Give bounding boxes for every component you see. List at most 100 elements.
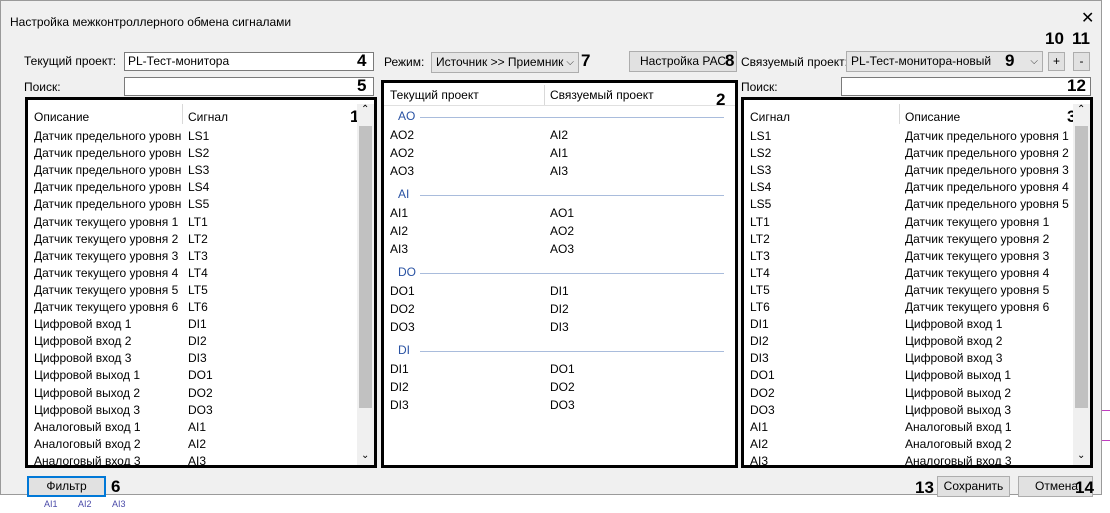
mapping-row[interactable]: DO1 DI1 <box>384 283 735 300</box>
mapping-row[interactable]: AO2 AI2 <box>384 127 735 144</box>
table-row[interactable]: Аналоговый вход 3 AI3 <box>28 453 356 465</box>
left-signal-table[interactable]: Описание Сигнал 1 Датчик предельного уро… <box>25 97 377 468</box>
mapping-row[interactable]: AO2 AI1 <box>384 145 735 162</box>
mapping-current-signal: AI2 <box>390 224 409 238</box>
row-description: Датчик текущего уровня 5 <box>34 282 179 297</box>
scroll-up-icon[interactable]: ⌃ <box>1077 104 1085 115</box>
row-signal: DO2 <box>750 385 775 400</box>
table-row[interactable]: LS5 Датчик предельного уровня 5 <box>744 196 1072 213</box>
mapping-row[interactable]: DI2 DO2 <box>384 379 735 396</box>
table-row[interactable]: LS4 Датчик предельного уровня 4 <box>744 179 1072 196</box>
mapping-current-signal: DI3 <box>390 398 409 412</box>
row-description: Датчик текущего уровня 3 <box>905 248 1050 263</box>
search-left-input[interactable] <box>124 77 374 96</box>
row-description: Датчик текущего уровня 2 <box>905 231 1050 246</box>
table-row[interactable]: Датчик текущего уровня 4 LT4 <box>28 265 356 282</box>
table-row[interactable]: Аналоговый вход 1 AI1 <box>28 419 356 436</box>
left-col-signal[interactable]: Сигнал <box>188 110 228 124</box>
table-row[interactable]: Датчик предельного уровн... LS4 <box>28 179 356 196</box>
table-row[interactable]: LT4 Датчик текущего уровня 4 <box>744 265 1072 282</box>
mapping-row[interactable]: DO3 DI3 <box>384 319 735 336</box>
group-divider <box>420 351 724 352</box>
scroll-down-icon[interactable]: ⌄ <box>361 450 369 461</box>
mapping-row[interactable]: DI1 DO1 <box>384 361 735 378</box>
table-row[interactable]: Датчик текущего уровня 2 LT2 <box>28 231 356 248</box>
right-col-signal[interactable]: Сигнал <box>750 110 790 124</box>
save-button[interactable]: Сохранить <box>937 476 1010 497</box>
close-icon[interactable]: ✕ <box>1081 11 1094 27</box>
scroll-thumb[interactable] <box>359 126 372 408</box>
mid-col-current[interactable]: Текущий проект <box>390 88 479 102</box>
table-row[interactable]: DI3 Цифровой вход 3 <box>744 350 1072 367</box>
row-description: Датчик текущего уровня 4 <box>905 265 1050 280</box>
right-signal-table[interactable]: Сигнал Описание 3 LS1 Датчик предельного … <box>741 97 1093 468</box>
table-row[interactable]: DI1 Цифровой вход 1 <box>744 316 1072 333</box>
table-row[interactable]: Датчик текущего уровня 5 LT5 <box>28 282 356 299</box>
scroll-down-icon[interactable]: ⌄ <box>1077 450 1085 461</box>
table-row[interactable]: LS1 Датчик предельного уровня 1 <box>744 128 1072 145</box>
table-row[interactable]: LT5 Датчик текущего уровня 5 <box>744 282 1072 299</box>
table-row[interactable]: Датчик предельного уровн... LS2 <box>28 145 356 162</box>
left-scrollbar[interactable]: ⌃ ⌄ <box>357 104 374 465</box>
callout-12: 12 <box>1067 76 1086 95</box>
table-row[interactable]: Датчик предельного уровн... LS1 <box>28 128 356 145</box>
table-row[interactable]: AI2 Аналоговый вход 2 <box>744 436 1072 453</box>
header-bottom-line <box>384 105 735 106</box>
add-project-button[interactable]: + <box>1048 52 1065 71</box>
mapping-row[interactable]: AI1 AO1 <box>384 205 735 222</box>
table-row[interactable]: LT6 Датчик текущего уровня 6 <box>744 299 1072 316</box>
table-row[interactable]: Цифровой вход 3 DI3 <box>28 350 356 367</box>
table-row[interactable]: Аналоговый вход 2 AI2 <box>28 436 356 453</box>
mid-col-linked[interactable]: Связуемый проект <box>550 88 654 102</box>
table-row[interactable]: Датчик текущего уровня 1 LT1 <box>28 214 356 231</box>
filter-button[interactable]: Фильтр <box>27 476 106 497</box>
mapping-table[interactable]: Текущий проект Связуемый проект 2 AO AO2 A… <box>381 80 738 468</box>
table-row[interactable]: LT1 Датчик текущего уровня 1 <box>744 214 1072 231</box>
table-row[interactable]: DO1 Цифровой выход 1 <box>744 367 1072 384</box>
table-row[interactable]: Цифровой вход 1 DI1 <box>28 316 356 333</box>
mapping-current-signal: AO2 <box>390 128 415 142</box>
table-row[interactable]: Датчик предельного уровн... LS5 <box>28 196 356 213</box>
right-scrollbar[interactable]: ⌃ ⌄ <box>1073 104 1090 465</box>
group-title[interactable]: DO <box>398 265 416 279</box>
chevron-down-icon: ⌵ <box>1030 56 1038 67</box>
table-row[interactable]: LS3 Датчик предельного уровня 3 <box>744 162 1072 179</box>
mapping-row[interactable]: AI2 AO2 <box>384 223 735 240</box>
mapping-row[interactable]: AO3 AI3 <box>384 163 735 180</box>
table-row[interactable]: Цифровой вход 2 DI2 <box>28 333 356 350</box>
table-row[interactable]: LS2 Датчик предельного уровня 2 <box>744 145 1072 162</box>
mode-select[interactable]: Источник >> Приемник ⌵ <box>431 52 579 73</box>
group-divider <box>420 117 724 118</box>
table-row[interactable]: Датчик текущего уровня 6 LT6 <box>28 299 356 316</box>
group-title[interactable]: DI <box>398 343 410 357</box>
table-row[interactable]: LT3 Датчик текущего уровня 3 <box>744 248 1072 265</box>
table-row[interactable]: LT2 Датчик текущего уровня 2 <box>744 231 1072 248</box>
table-row[interactable]: DO2 Цифровой выход 2 <box>744 385 1072 402</box>
table-row[interactable]: Цифровой выход 2 DO2 <box>28 385 356 402</box>
left-col-description[interactable]: Описание <box>34 110 89 124</box>
mapping-row[interactable]: DO2 DI2 <box>384 301 735 318</box>
current-project-field[interactable]: PL-Тест-монитора <box>124 52 374 71</box>
remove-project-button[interactable]: - <box>1073 52 1090 71</box>
row-signal: LS5 <box>750 197 772 212</box>
row-signal: DO1 <box>188 368 213 383</box>
table-row[interactable]: Цифровой выход 3 DO3 <box>28 402 356 419</box>
table-row[interactable]: Цифровой выход 1 DO1 <box>28 367 356 384</box>
mapping-row[interactable]: DI3 DO3 <box>384 397 735 414</box>
right-col-description[interactable]: Описание <box>905 110 960 124</box>
background-label: AI1 <box>44 499 58 509</box>
table-row[interactable]: AI3 Аналоговый вход 3 <box>744 453 1072 465</box>
pac-settings-button[interactable]: Настройка РАС <box>629 51 737 72</box>
table-row[interactable]: DI2 Цифровой вход 2 <box>744 333 1072 350</box>
mapping-linked-signal: DI3 <box>550 320 569 334</box>
scroll-up-icon[interactable]: ⌃ <box>361 104 369 115</box>
table-row[interactable]: Датчик предельного уровн... LS3 <box>28 162 356 179</box>
group-title[interactable]: AI <box>398 187 409 201</box>
mapping-row[interactable]: AI3 AO3 <box>384 241 735 258</box>
table-row[interactable]: DO3 Цифровой выход 3 <box>744 402 1072 419</box>
group-title[interactable]: AO <box>398 109 415 123</box>
table-row[interactable]: Датчик текущего уровня 3 LT3 <box>28 248 356 265</box>
scroll-thumb[interactable] <box>1075 126 1088 408</box>
table-row[interactable]: AI1 Аналоговый вход 1 <box>744 419 1072 436</box>
search-right-input[interactable] <box>841 77 1091 96</box>
